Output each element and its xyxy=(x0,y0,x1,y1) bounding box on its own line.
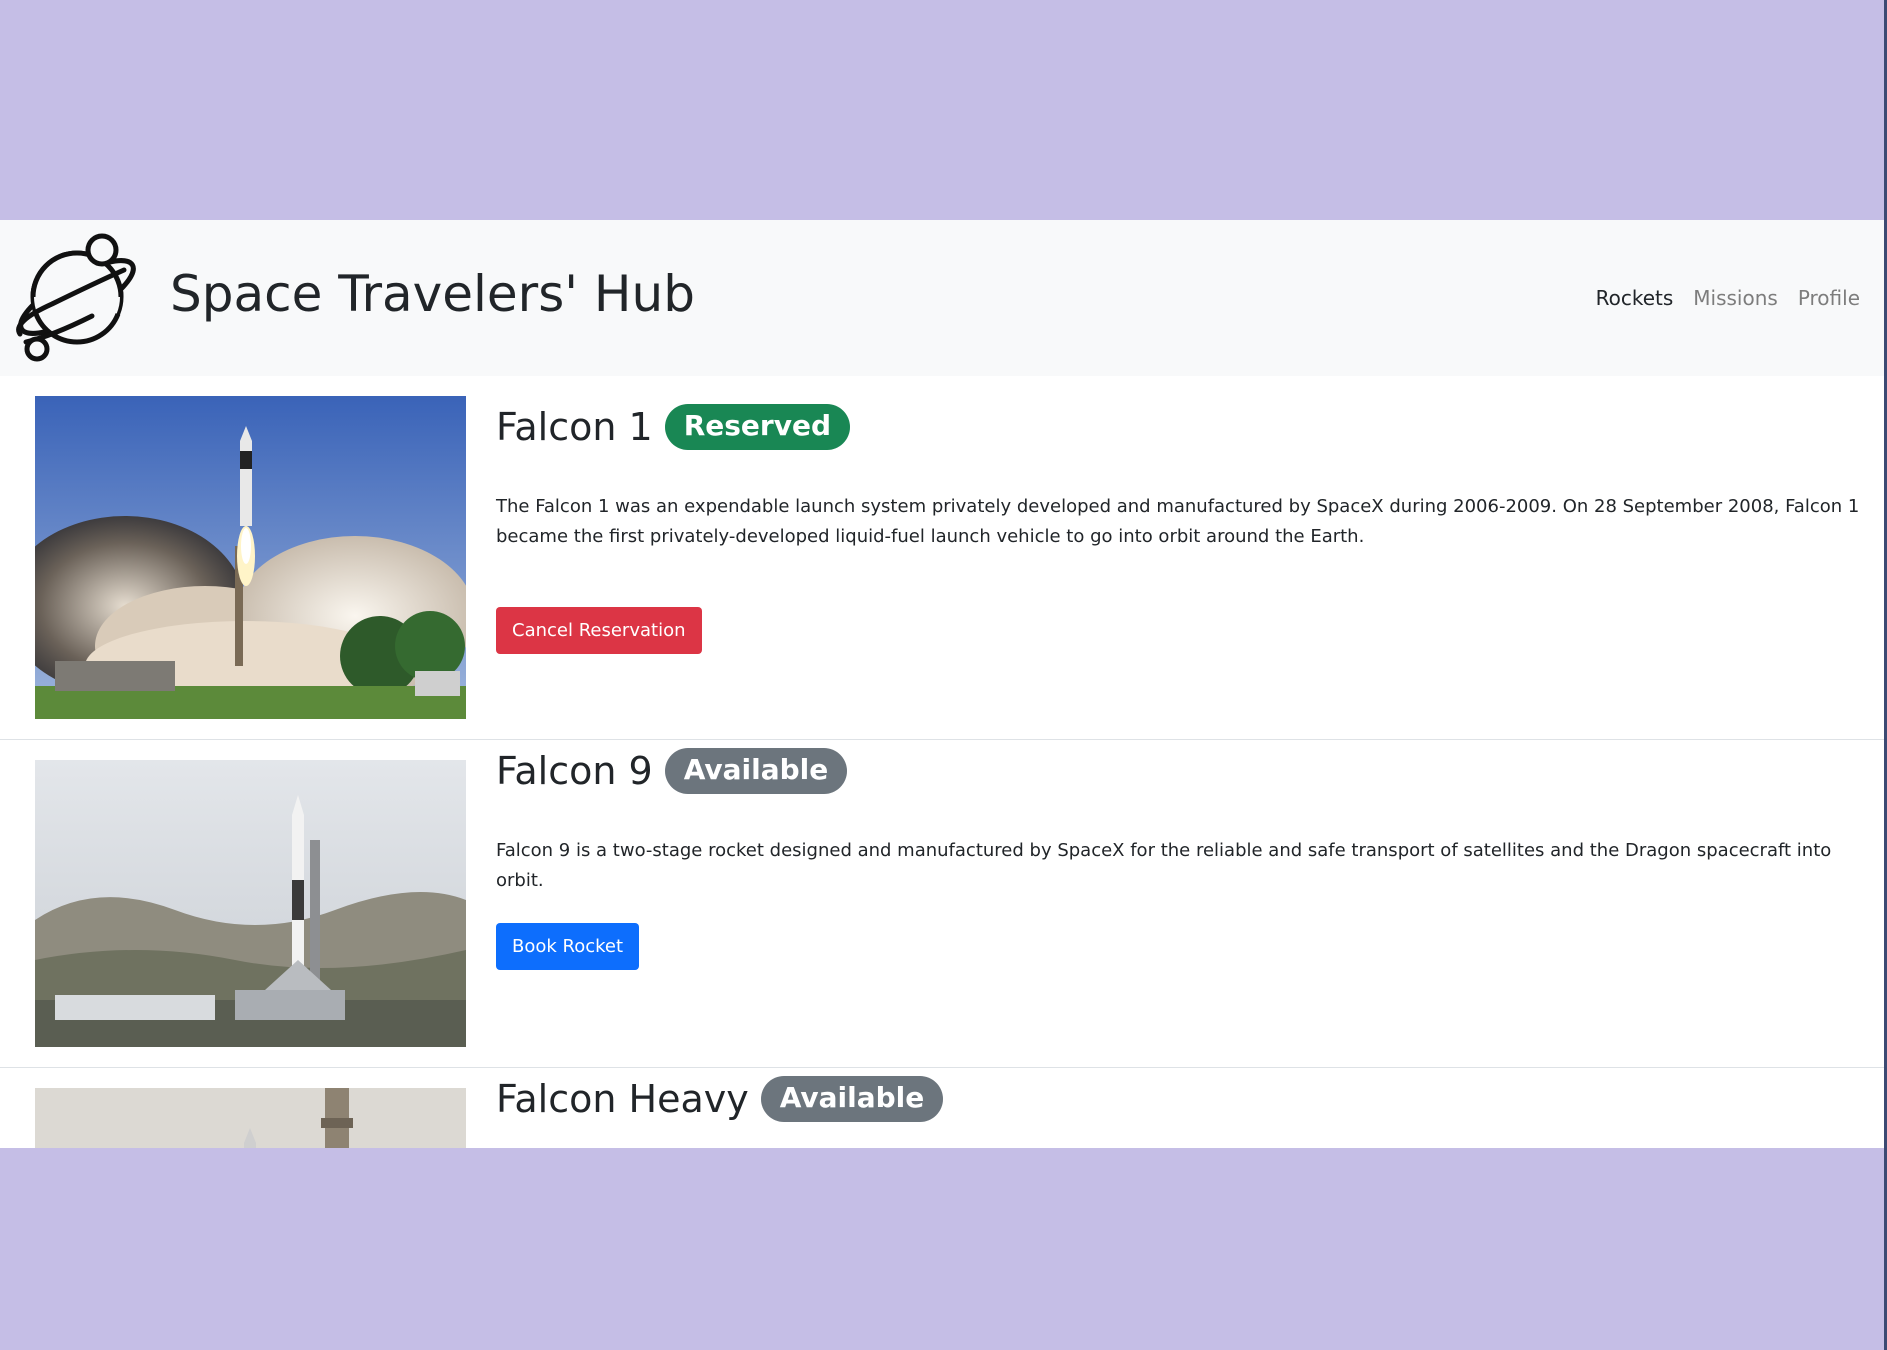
rocket-item: Falcon Heavy Available xyxy=(0,1068,1884,1148)
status-badge: Reserved xyxy=(664,404,851,451)
rocket-description: Falcon 9 is a two-stage rocket designed … xyxy=(496,840,1832,891)
rocket-image xyxy=(35,396,466,719)
cancel-reservation-button[interactable]: Cancel Reservation xyxy=(496,607,702,654)
status-badge: Available xyxy=(760,1076,944,1123)
app-window: Space Travelers' Hub Rockets Missions Pr… xyxy=(0,220,1884,1148)
navbar: Space Travelers' Hub Rockets Missions Pr… xyxy=(0,220,1884,376)
rocket-title-line: Falcon 1 Reserved xyxy=(496,404,851,451)
nav-profile[interactable]: Profile xyxy=(1798,286,1860,310)
rocket-image xyxy=(35,760,466,1047)
nav-links: Rockets Missions Profile xyxy=(1596,286,1860,310)
rocket-description: The Falcon 1 was an expendable launch sy… xyxy=(496,496,1860,547)
rocket-title-line: Falcon Heavy Available xyxy=(496,1076,944,1123)
planet-icon[interactable] xyxy=(12,232,142,362)
rocket-title-line: Falcon 9 Available xyxy=(496,748,848,795)
status-badge: Available xyxy=(664,748,848,795)
nav-missions[interactable]: Missions xyxy=(1693,286,1778,310)
rocket-item: Falcon 1 Reserved The Falcon 1 was an ex… xyxy=(0,376,1884,740)
rocket-item: Falcon 9 Available Falcon 9 is a two-sta… xyxy=(0,740,1884,1068)
rocket-name: Falcon Heavy xyxy=(496,1077,749,1122)
brand-title: Space Travelers' Hub xyxy=(170,265,695,323)
nav-rockets[interactable]: Rockets xyxy=(1596,286,1674,310)
rocket-image xyxy=(35,1088,466,1148)
book-rocket-button[interactable]: Book Rocket xyxy=(496,923,640,970)
rocket-name: Falcon 1 xyxy=(496,405,653,450)
rocket-name: Falcon 9 xyxy=(496,749,653,794)
